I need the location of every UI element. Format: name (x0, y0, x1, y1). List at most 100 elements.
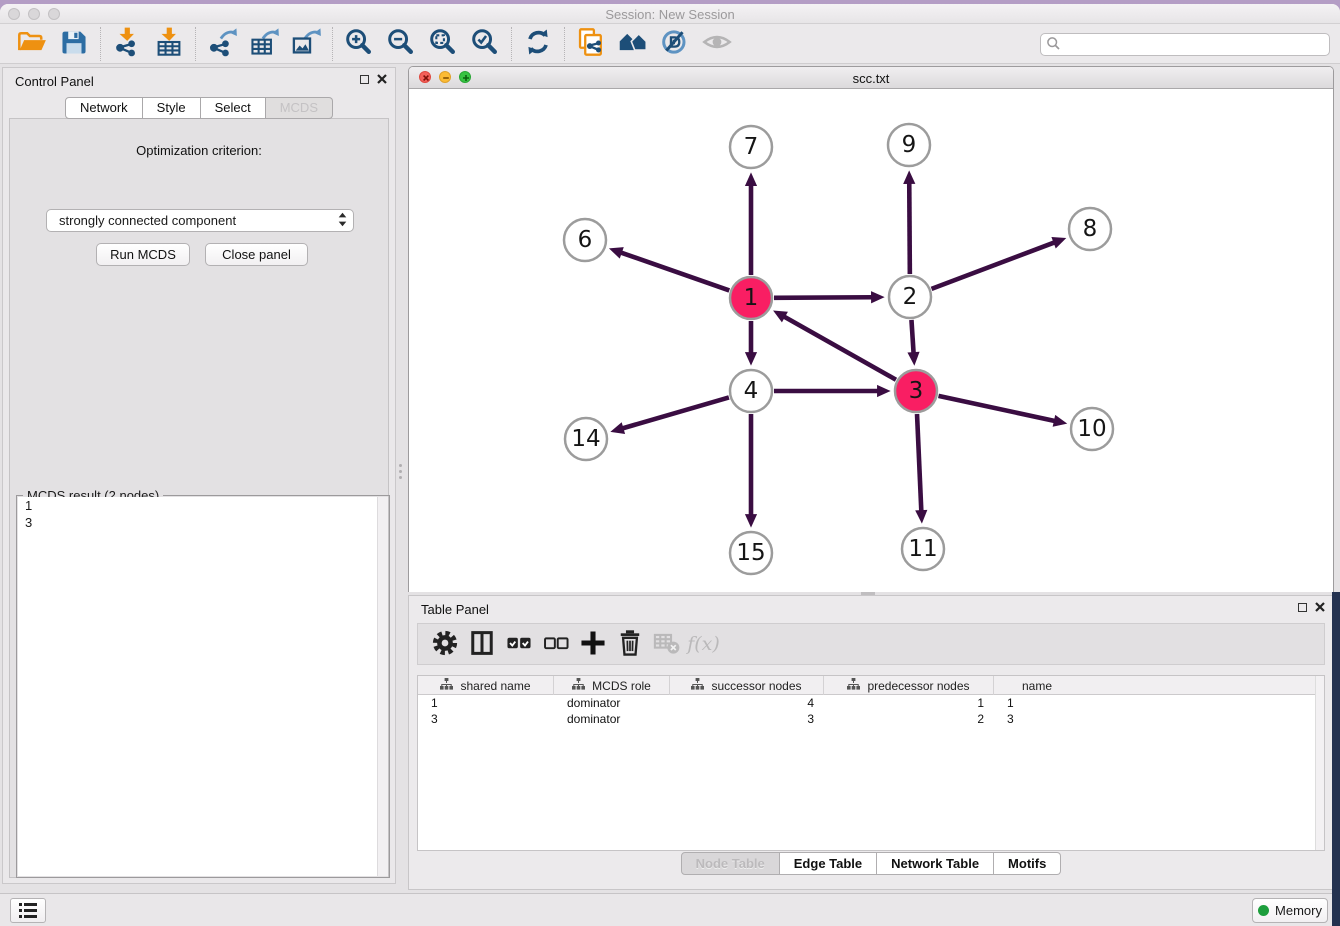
float-panel-icon[interactable] (360, 75, 369, 84)
clone-network-button[interactable] (570, 27, 612, 61)
column-header-successor-nodes[interactable]: successor nodes (670, 676, 824, 695)
search-box[interactable] (1040, 33, 1330, 56)
toolbar-group (333, 27, 512, 61)
search-input[interactable] (1061, 35, 1329, 54)
home-button[interactable] (612, 27, 654, 61)
graph-edge-2-9[interactable] (909, 183, 910, 274)
tab-edge-table[interactable]: Edge Table (780, 852, 877, 875)
table-panel-tabs: Node TableEdge TableNetwork TableMotifs (409, 852, 1333, 875)
table-row[interactable]: 1dominator411 (418, 695, 1315, 711)
deselect-all-button[interactable] (537, 627, 574, 661)
tab-mcds[interactable]: MCDS (266, 97, 333, 119)
add-button[interactable] (574, 627, 611, 661)
column-header-predecessor-nodes[interactable]: predecessor nodes (824, 676, 994, 695)
graph-node-6[interactable]: 6 (564, 219, 606, 261)
mcds-result-list[interactable]: 13 (18, 497, 388, 876)
hierarchy-icon (847, 678, 860, 693)
gear-button[interactable] (426, 627, 463, 661)
graph-node-label: 4 (744, 378, 759, 404)
zoom-in-icon (344, 27, 374, 60)
table-panel: Table Panel f(x) shared nameMCDS rolesuc… (408, 595, 1334, 890)
toolbar-button-groups (6, 27, 743, 61)
result-scrollbar[interactable] (377, 497, 388, 876)
network-window-title: scc.txt (409, 71, 1333, 86)
import-network-button[interactable] (106, 27, 148, 61)
graph-node-14[interactable]: 14 (565, 418, 607, 460)
task-history-button[interactable] (10, 898, 46, 923)
graph-node-15[interactable]: 15 (730, 532, 772, 574)
eye-button[interactable] (696, 27, 738, 61)
zoom-out-button[interactable] (380, 27, 422, 61)
trash-button[interactable] (611, 627, 648, 661)
optimization-criterion-select[interactable]: strongly connected component (46, 209, 354, 232)
window-title: Session: New Session (0, 7, 1340, 22)
graph-node-3[interactable]: 3 (895, 370, 937, 412)
network-canvas[interactable]: 1 2 3 4 6 7 8 9 10 11 14 15 (409, 90, 1333, 592)
mcds-result-item: 3 (18, 514, 388, 531)
graph-node-8[interactable]: 8 (1069, 208, 1111, 250)
toolbar-group (196, 27, 333, 61)
graph-edge-2-3[interactable] (911, 320, 913, 353)
close-table-panel-icon[interactable] (1315, 602, 1325, 612)
save-session-button[interactable] (53, 27, 95, 61)
zoom-in-button[interactable] (338, 27, 380, 61)
status-bar: Memory (0, 893, 1340, 926)
graph-edge-1-6[interactable] (621, 253, 729, 291)
column-header-name[interactable]: name (994, 676, 1080, 695)
export-table-button[interactable] (243, 27, 285, 61)
panel-splitter-handle[interactable] (398, 464, 402, 482)
column-header-shared-name[interactable]: shared name (418, 676, 554, 695)
tab-style[interactable]: Style (143, 97, 201, 119)
column-header-MCDS-role[interactable]: MCDS role (554, 676, 670, 695)
save-session-icon (59, 27, 89, 60)
columns-button[interactable] (463, 627, 500, 661)
tab-node-table[interactable]: Node Table (681, 852, 780, 875)
graph-node-1[interactable]: 1 (730, 277, 772, 319)
refresh-button[interactable] (517, 27, 559, 61)
graph-node-4[interactable]: 4 (730, 370, 772, 412)
zoom-fit-button[interactable] (422, 27, 464, 61)
tab-motifs[interactable]: Motifs (994, 852, 1061, 875)
table-row[interactable]: 3dominator323 (418, 711, 1315, 727)
optimization-criterion-label: Optimization criterion: (10, 143, 388, 158)
graph-node-9[interactable]: 9 (888, 124, 930, 166)
close-panel-button[interactable]: Close panel (205, 243, 308, 266)
graph-node-2[interactable]: 2 (889, 276, 931, 318)
network-window-titlebar[interactable]: scc.txt (409, 67, 1333, 89)
memory-button[interactable]: Memory (1252, 898, 1328, 923)
open-file-button[interactable] (11, 27, 53, 61)
cell-successor-nodes: 3 (670, 711, 824, 727)
export-image-button[interactable] (285, 27, 327, 61)
graph-node-label: 1 (744, 285, 759, 311)
import-table-button[interactable] (148, 27, 190, 61)
run-mcds-button[interactable]: Run MCDS (96, 243, 190, 266)
graph-edge-3-10[interactable] (938, 396, 1054, 421)
graph-node-label: 2 (903, 284, 918, 310)
tab-network[interactable]: Network (65, 97, 143, 119)
export-network-button[interactable] (201, 27, 243, 61)
float-table-panel-icon[interactable] (1298, 603, 1307, 612)
mcds-result-group: MCDS result (2 nodes) 13 (16, 495, 390, 878)
graph-edge-4-14[interactable] (622, 397, 728, 428)
app-titlebar: Session: New Session (0, 4, 1340, 24)
graph-edge-3-11[interactable] (917, 414, 921, 511)
delete-table-button[interactable] (648, 627, 685, 661)
close-panel-icon[interactable] (377, 74, 387, 84)
application-window: Session: New Session Control Panel Netwo… (0, 4, 1340, 926)
graph-node-10[interactable]: 10 (1071, 408, 1113, 450)
graph-edge-3-1[interactable] (784, 317, 896, 380)
graph-node-11[interactable]: 11 (902, 528, 944, 570)
graph-edge-2-8[interactable] (932, 242, 1055, 288)
zoom-selected-icon (470, 27, 500, 60)
tab-select[interactable]: Select (201, 97, 266, 119)
table-scrollbar[interactable] (1315, 676, 1324, 850)
graph-edge-1-2[interactable] (774, 297, 872, 298)
select-all-button[interactable] (500, 627, 537, 661)
tab-network-table[interactable]: Network Table (877, 852, 994, 875)
zoom-selected-button[interactable] (464, 27, 506, 61)
cell-name: 3 (994, 711, 1080, 727)
fx-button[interactable]: f(x) (685, 627, 722, 661)
hide-details-button[interactable] (654, 27, 696, 61)
graph-node-7[interactable]: 7 (730, 126, 772, 168)
toolbar-group (512, 27, 565, 61)
